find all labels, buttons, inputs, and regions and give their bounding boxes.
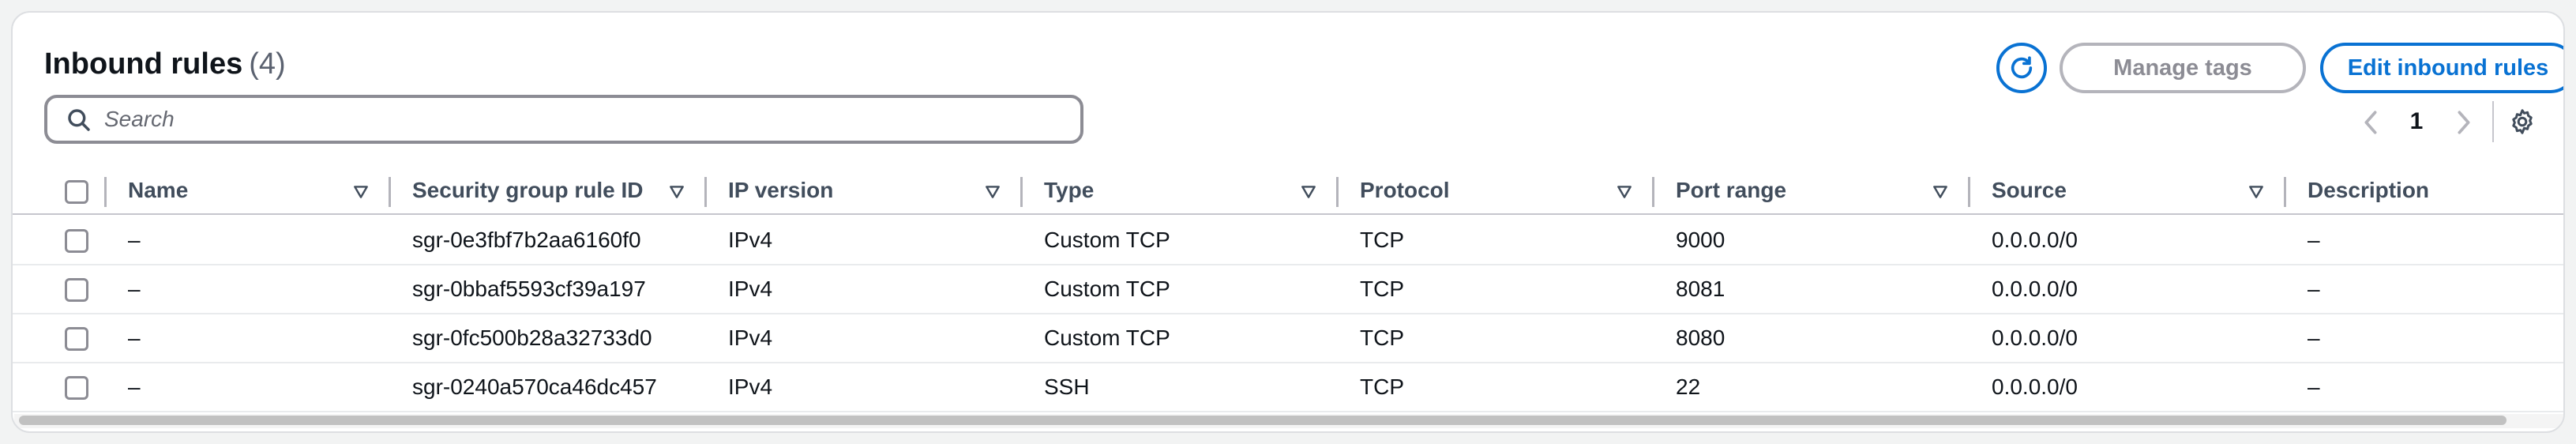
column-divider bbox=[1336, 177, 1339, 207]
column-header-type[interactable]: Type bbox=[1044, 167, 1094, 213]
table-row[interactable]: – sgr-0e3fbf7b2aa6160f0 IPv4 Custom TCP … bbox=[13, 216, 2563, 265]
sort-caret-down-icon[interactable] bbox=[668, 183, 685, 201]
cell-ip-version: IPv4 bbox=[728, 228, 773, 252]
search-icon bbox=[68, 109, 90, 131]
cell-description: – bbox=[2308, 374, 2320, 399]
select-all-checkbox[interactable] bbox=[65, 180, 88, 204]
cell-type: Custom TCP bbox=[1044, 277, 1170, 301]
refresh-button[interactable] bbox=[1996, 43, 2047, 93]
cell-port-range: 22 bbox=[1676, 374, 1701, 399]
sort-caret-down-icon[interactable] bbox=[1932, 183, 1949, 201]
cell-source: 0.0.0.0/0 bbox=[1992, 374, 2078, 399]
column-divider bbox=[2284, 177, 2286, 207]
row-checkbox[interactable] bbox=[65, 278, 88, 302]
cell-protocol: TCP bbox=[1360, 228, 1404, 252]
sort-caret-down-icon[interactable] bbox=[1616, 183, 1633, 201]
search-input[interactable] bbox=[103, 103, 1066, 136]
sort-caret-down-icon[interactable] bbox=[352, 183, 370, 201]
cell-rule-id: sgr-0e3fbf7b2aa6160f0 bbox=[412, 228, 641, 252]
cell-name: – bbox=[128, 374, 141, 399]
column-divider bbox=[389, 177, 391, 207]
column-divider bbox=[104, 177, 107, 207]
sort-caret-down-icon[interactable] bbox=[2247, 183, 2265, 201]
cell-description: – bbox=[2308, 325, 2320, 350]
cell-rule-id: sgr-0240a570ca46dc457 bbox=[412, 374, 657, 399]
cell-name: – bbox=[128, 325, 141, 350]
column-header-rule-id[interactable]: Security group rule ID bbox=[412, 167, 644, 213]
column-divider bbox=[1020, 177, 1023, 207]
edit-inbound-rules-button[interactable]: Edit inbound rules bbox=[2320, 43, 2563, 93]
table-row[interactable]: – sgr-0240a570ca46dc457 IPv4 SSH TCP 22 … bbox=[13, 363, 2563, 412]
cell-protocol: TCP bbox=[1360, 374, 1404, 399]
title-text: Inbound rules bbox=[44, 47, 243, 81]
rule-count: (4) bbox=[249, 47, 286, 81]
refresh-icon bbox=[2011, 56, 2033, 79]
table-header: Name Security group rule ID IP version T… bbox=[13, 167, 2563, 215]
inbound-rules-panel: Inbound rules (4) Manage tags Edit inboun… bbox=[11, 11, 2565, 433]
column-divider bbox=[1652, 177, 1654, 207]
column-header-source[interactable]: Source bbox=[1992, 167, 2067, 213]
row-checkbox[interactable] bbox=[65, 229, 88, 253]
cell-type: SSH bbox=[1044, 374, 1090, 399]
pager-divider bbox=[2492, 101, 2494, 142]
cell-ip-version: IPv4 bbox=[728, 374, 773, 399]
column-header-port-range[interactable]: Port range bbox=[1676, 167, 1786, 213]
cell-port-range: 9000 bbox=[1676, 228, 1725, 252]
cell-type: Custom TCP bbox=[1044, 228, 1170, 252]
table-row[interactable]: – sgr-0bbaf5593cf39a197 IPv4 Custom TCP … bbox=[13, 265, 2563, 314]
sort-caret-down-icon[interactable] bbox=[984, 183, 1001, 201]
horizontal-scrollbar-thumb[interactable] bbox=[19, 416, 2507, 425]
cell-description: – bbox=[2308, 277, 2320, 301]
column-header-description[interactable]: Description bbox=[2308, 167, 2429, 213]
page-title: Inbound rules (4) bbox=[44, 47, 286, 81]
cell-name: – bbox=[128, 228, 141, 252]
sort-caret-down-icon[interactable] bbox=[1300, 183, 1317, 201]
cell-port-range: 8081 bbox=[1676, 277, 1725, 301]
cell-type: Custom TCP bbox=[1044, 325, 1170, 350]
column-divider bbox=[1968, 177, 1970, 207]
column-divider bbox=[704, 177, 707, 207]
current-page[interactable]: 1 bbox=[2401, 106, 2432, 137]
column-header-ip-version[interactable]: IP version bbox=[728, 167, 833, 213]
table-row[interactable]: – sgr-0fc500b28a32733d0 IPv4 Custom TCP … bbox=[13, 314, 2563, 363]
row-checkbox[interactable] bbox=[65, 376, 88, 400]
column-header-name[interactable]: Name bbox=[128, 167, 188, 213]
cell-ip-version: IPv4 bbox=[728, 325, 773, 350]
cell-rule-id: sgr-0bbaf5593cf39a197 bbox=[412, 277, 646, 301]
cell-port-range: 8080 bbox=[1676, 325, 1725, 350]
row-checkbox[interactable] bbox=[65, 327, 88, 351]
cell-source: 0.0.0.0/0 bbox=[1992, 325, 2078, 350]
cell-description: – bbox=[2308, 228, 2320, 252]
cell-name: – bbox=[128, 277, 141, 301]
cell-source: 0.0.0.0/0 bbox=[1992, 277, 2078, 301]
cell-ip-version: IPv4 bbox=[728, 277, 773, 301]
search-field[interactable] bbox=[44, 95, 1083, 144]
gear-icon[interactable] bbox=[2508, 107, 2537, 136]
chevron-right-icon[interactable] bbox=[2453, 109, 2475, 136]
cell-protocol: TCP bbox=[1360, 277, 1404, 301]
cell-source: 0.0.0.0/0 bbox=[1992, 228, 2078, 252]
cell-rule-id: sgr-0fc500b28a32733d0 bbox=[412, 325, 652, 350]
cell-protocol: TCP bbox=[1360, 325, 1404, 350]
column-header-protocol[interactable]: Protocol bbox=[1360, 167, 1450, 213]
chevron-left-icon[interactable] bbox=[2360, 109, 2382, 136]
manage-tags-button[interactable]: Manage tags bbox=[2060, 43, 2306, 93]
